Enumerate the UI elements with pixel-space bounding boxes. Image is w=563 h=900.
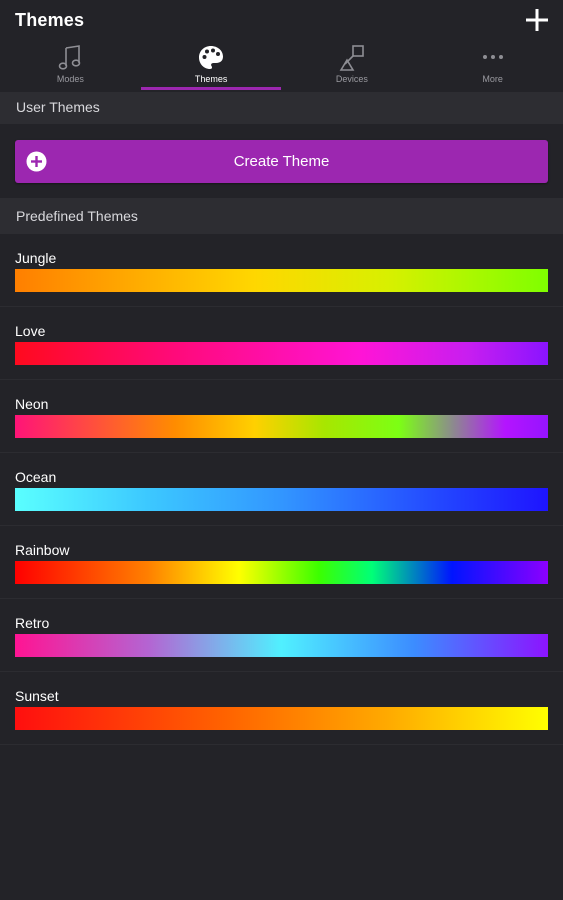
theme-name: Love (15, 323, 46, 339)
theme-gradient-bar (15, 415, 548, 438)
theme-name: Neon (15, 396, 49, 412)
create-theme-label: Create Theme (233, 153, 330, 170)
section-title: Predefined Themes (16, 208, 138, 224)
theme-row-jungle[interactable]: Jungle (0, 234, 563, 307)
plus-icon (526, 9, 548, 31)
tab-bar: Modes Themes Devices More (0, 40, 563, 90)
theme-row-sunset[interactable]: Sunset (0, 672, 563, 745)
theme-gradient-bar (15, 342, 548, 365)
theme-gradient-bar (15, 561, 548, 584)
theme-gradient-bar (15, 269, 548, 292)
page-title: Themes (15, 10, 85, 30)
theme-row-ocean[interactable]: Ocean (0, 453, 563, 526)
theme-name: Sunset (15, 688, 59, 704)
active-tab-indicator (141, 87, 281, 90)
theme-row-love[interactable]: Love (0, 307, 563, 380)
tab-label: Themes (194, 74, 228, 84)
section-title: User Themes (16, 99, 100, 115)
theme-row-retro[interactable]: Retro (0, 599, 563, 672)
theme-gradient-bar (15, 634, 548, 657)
user-themes-header: User Themes (0, 92, 563, 124)
predefined-themes-header: Predefined Themes (0, 198, 563, 234)
theme-row-neon[interactable]: Neon (0, 380, 563, 453)
theme-name: Ocean (15, 469, 57, 485)
music-note-icon (59, 45, 81, 70)
theme-name: Rainbow (15, 542, 70, 558)
create-theme-button[interactable]: Create Theme (15, 140, 548, 183)
theme-name: Jungle (15, 250, 57, 266)
tab-themes[interactable]: Themes (141, 40, 282, 90)
theme-row-rainbow[interactable]: Rainbow (0, 526, 563, 599)
tab-label: Modes (56, 74, 84, 84)
more-dots-icon (482, 55, 503, 59)
top-bar: Themes Modes Themes Devices More (0, 0, 563, 92)
tab-label: Devices (335, 74, 368, 84)
devices-icon (339, 45, 364, 71)
theme-name: Retro (15, 615, 50, 631)
theme-gradient-bar (15, 707, 548, 730)
tab-modes[interactable]: Modes (0, 40, 141, 90)
add-button[interactable] (523, 6, 551, 34)
tab-label: More (482, 74, 503, 84)
theme-gradient-bar (15, 488, 548, 511)
palette-icon (199, 46, 224, 69)
tab-devices[interactable]: Devices (282, 40, 423, 90)
tab-more[interactable]: More (422, 40, 563, 90)
